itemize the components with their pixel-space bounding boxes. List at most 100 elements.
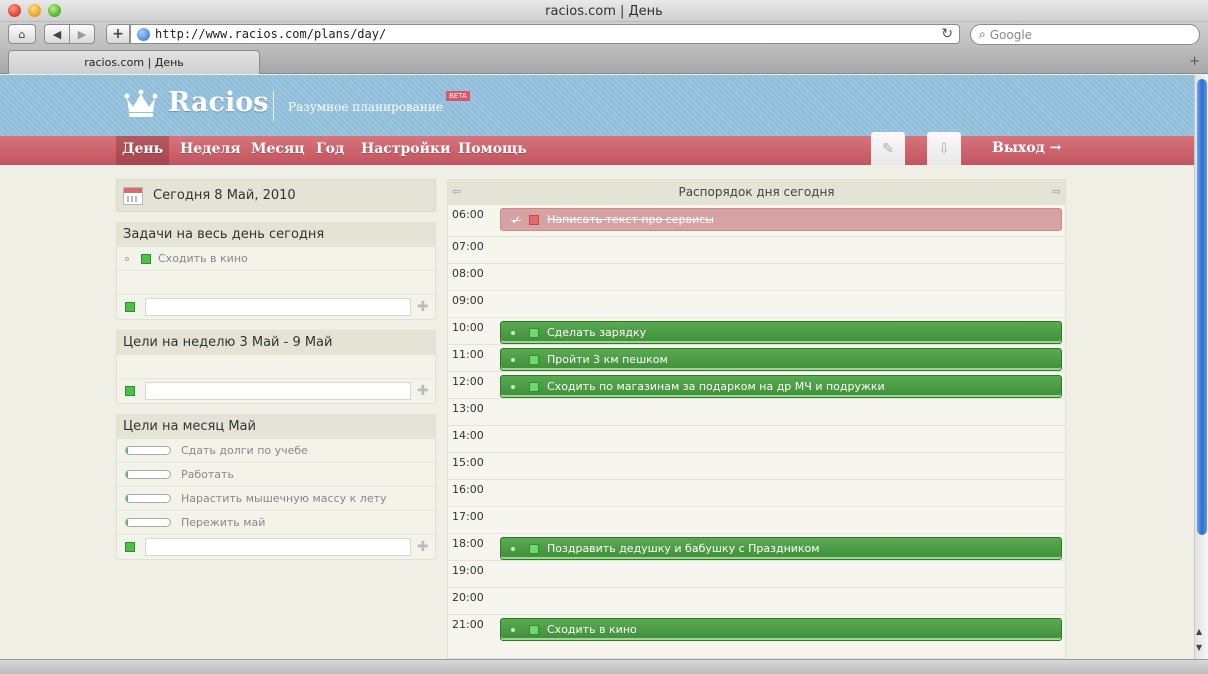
- today-box: Сегодня 8 Май, 2010: [116, 179, 436, 212]
- goal-color-icon[interactable]: [125, 542, 135, 552]
- logout-link[interactable]: Выход →: [992, 140, 1062, 156]
- nav-year[interactable]: Год: [316, 141, 344, 157]
- scroll-down-icon[interactable]: ▼: [1196, 643, 1202, 652]
- event[interactable]: Сделать зарядку: [500, 321, 1062, 344]
- hour-row-1600[interactable]: 16:00: [448, 479, 1065, 506]
- list-item[interactable]: Работать: [117, 463, 435, 487]
- logo-divider: [273, 91, 274, 121]
- drag-handle-icon[interactable]: [511, 330, 515, 335]
- nav-day[interactable]: День: [116, 136, 170, 165]
- plus-icon: +: [112, 26, 124, 42]
- hour-row-0700[interactable]: 07:00: [448, 236, 1065, 263]
- drag-handle-icon[interactable]: [511, 627, 515, 632]
- empty-row: [117, 271, 435, 295]
- scroll-thumb[interactable]: [1197, 79, 1207, 535]
- event[interactable]: Сходить по магазинам за подарком на др М…: [500, 375, 1062, 398]
- list-item[interactable]: Пережить май: [117, 511, 435, 535]
- download-button[interactable]: ⇩: [927, 132, 961, 165]
- crown-icon: [124, 89, 158, 117]
- schedule-title: Распорядок дня сегодня: [678, 185, 835, 199]
- list-item[interactable]: Нарастить мышечную массу к лету: [117, 487, 435, 511]
- task-color-icon[interactable]: [125, 302, 135, 312]
- goal-progress[interactable]: [125, 494, 171, 503]
- event[interactable]: Сходить в кино: [500, 618, 1062, 641]
- today-date: Сегодня 8 Май, 2010: [153, 188, 296, 203]
- event-status-icon[interactable]: [529, 327, 539, 338]
- event-status-icon[interactable]: [529, 214, 540, 225]
- hour-row-2000[interactable]: 20:00: [448, 587, 1065, 614]
- window-titlebar: racios.com | День: [0, 0, 1208, 22]
- hour-row-1900[interactable]: 19:00: [448, 560, 1065, 587]
- hour-label: 15:00: [452, 456, 484, 469]
- check-icon[interactable]: ✓: [511, 213, 521, 227]
- list-item[interactable]: Сходить в кино: [117, 247, 435, 271]
- back-button[interactable]: ◀: [44, 24, 70, 44]
- nav-week[interactable]: Неделя: [180, 141, 241, 157]
- tagline: Разумное планирование: [288, 100, 443, 114]
- add-icon[interactable]: ✚: [417, 539, 429, 555]
- logo-text: Racios: [168, 87, 269, 118]
- home-button[interactable]: ⌂: [8, 24, 36, 44]
- task-status-icon[interactable]: [141, 253, 151, 264]
- all-day-tasks: Задачи на весь день сегодня Сходить в ки…: [116, 222, 436, 320]
- prev-day-icon[interactable]: ⇦: [452, 185, 461, 198]
- drag-handle-icon[interactable]: [511, 384, 515, 389]
- drag-handle-icon[interactable]: [511, 357, 515, 362]
- event-done[interactable]: ✓ Написать текст про сервисы: [500, 208, 1062, 231]
- search-field[interactable]: ⌕ Google: [970, 24, 1200, 45]
- hour-row-0900[interactable]: 09:00: [448, 290, 1065, 317]
- address-bar[interactable]: http://www.racios.com/plans/day/ ↻: [130, 24, 960, 44]
- event-text: Сделать зарядку: [547, 326, 647, 339]
- search-icon: ⌕: [979, 27, 986, 41]
- hour-label: 16:00: [452, 483, 484, 496]
- hour-row-1300[interactable]: 13:00: [448, 398, 1065, 425]
- event-status-icon[interactable]: [529, 624, 539, 635]
- goal-progress[interactable]: [125, 446, 171, 455]
- event[interactable]: Пройти 3 км пешком: [500, 348, 1062, 371]
- forward-button[interactable]: ▶: [69, 24, 95, 44]
- hour-label: 20:00: [452, 591, 484, 604]
- browser-tab[interactable]: racios.com | День: [8, 50, 260, 74]
- nav-month[interactable]: Месяц: [251, 141, 305, 157]
- new-month-goal-input[interactable]: [145, 538, 411, 556]
- next-day-icon[interactable]: ⇨: [1052, 185, 1061, 198]
- goal-progress-fill: [126, 471, 129, 478]
- nav-help[interactable]: Помощь: [458, 141, 527, 157]
- logo[interactable]: Racios: [124, 87, 268, 118]
- event-status-icon[interactable]: [529, 354, 539, 365]
- goal-progress-fill: [126, 519, 129, 526]
- download-icon: ⇩: [938, 140, 950, 157]
- hour-row-1700[interactable]: 17:00: [448, 506, 1065, 533]
- task-label: Сходить в кино: [158, 252, 248, 265]
- event-status-icon[interactable]: [529, 381, 539, 392]
- tab-bar: racios.com | День +: [0, 48, 1208, 74]
- goal-progress[interactable]: [125, 470, 171, 479]
- hour-row-1400[interactable]: 14:00: [448, 425, 1065, 452]
- attachment-button[interactable]: ✎: [871, 132, 905, 165]
- add-bookmark-button[interactable]: +: [106, 24, 130, 44]
- new-tab-icon[interactable]: +: [1189, 54, 1200, 69]
- hour-label: 10:00: [452, 321, 484, 334]
- list-item[interactable]: Сдать долги по учебе: [117, 439, 435, 463]
- vertical-scrollbar[interactable]: ▲ ▼: [1194, 75, 1208, 659]
- event-status-icon[interactable]: [529, 543, 539, 554]
- reload-icon[interactable]: ↻: [941, 26, 953, 42]
- goal-progress[interactable]: [125, 518, 171, 527]
- add-icon[interactable]: ✚: [417, 383, 429, 399]
- drag-handle-icon[interactable]: [125, 256, 129, 261]
- beta-badge: BETA: [446, 91, 470, 101]
- add-icon[interactable]: ✚: [417, 299, 429, 315]
- hour-row-1500[interactable]: 15:00: [448, 452, 1065, 479]
- event[interactable]: Поздравить дедушку и бабушку с Празднико…: [500, 537, 1062, 560]
- hour-label: 09:00: [452, 294, 484, 307]
- goal-label: Пережить май: [181, 516, 266, 529]
- scroll-up-icon[interactable]: ▲: [1196, 627, 1202, 636]
- add-task-row: ✚: [117, 295, 435, 319]
- goal-color-icon[interactable]: [125, 386, 135, 396]
- new-task-input[interactable]: [145, 298, 411, 316]
- hour-row-0800[interactable]: 08:00: [448, 263, 1065, 290]
- new-week-goal-input[interactable]: [145, 382, 411, 400]
- nav-settings[interactable]: Настройки: [361, 141, 451, 157]
- drag-handle-icon[interactable]: [511, 546, 515, 551]
- event-text: Пройти 3 км пешком: [547, 353, 668, 366]
